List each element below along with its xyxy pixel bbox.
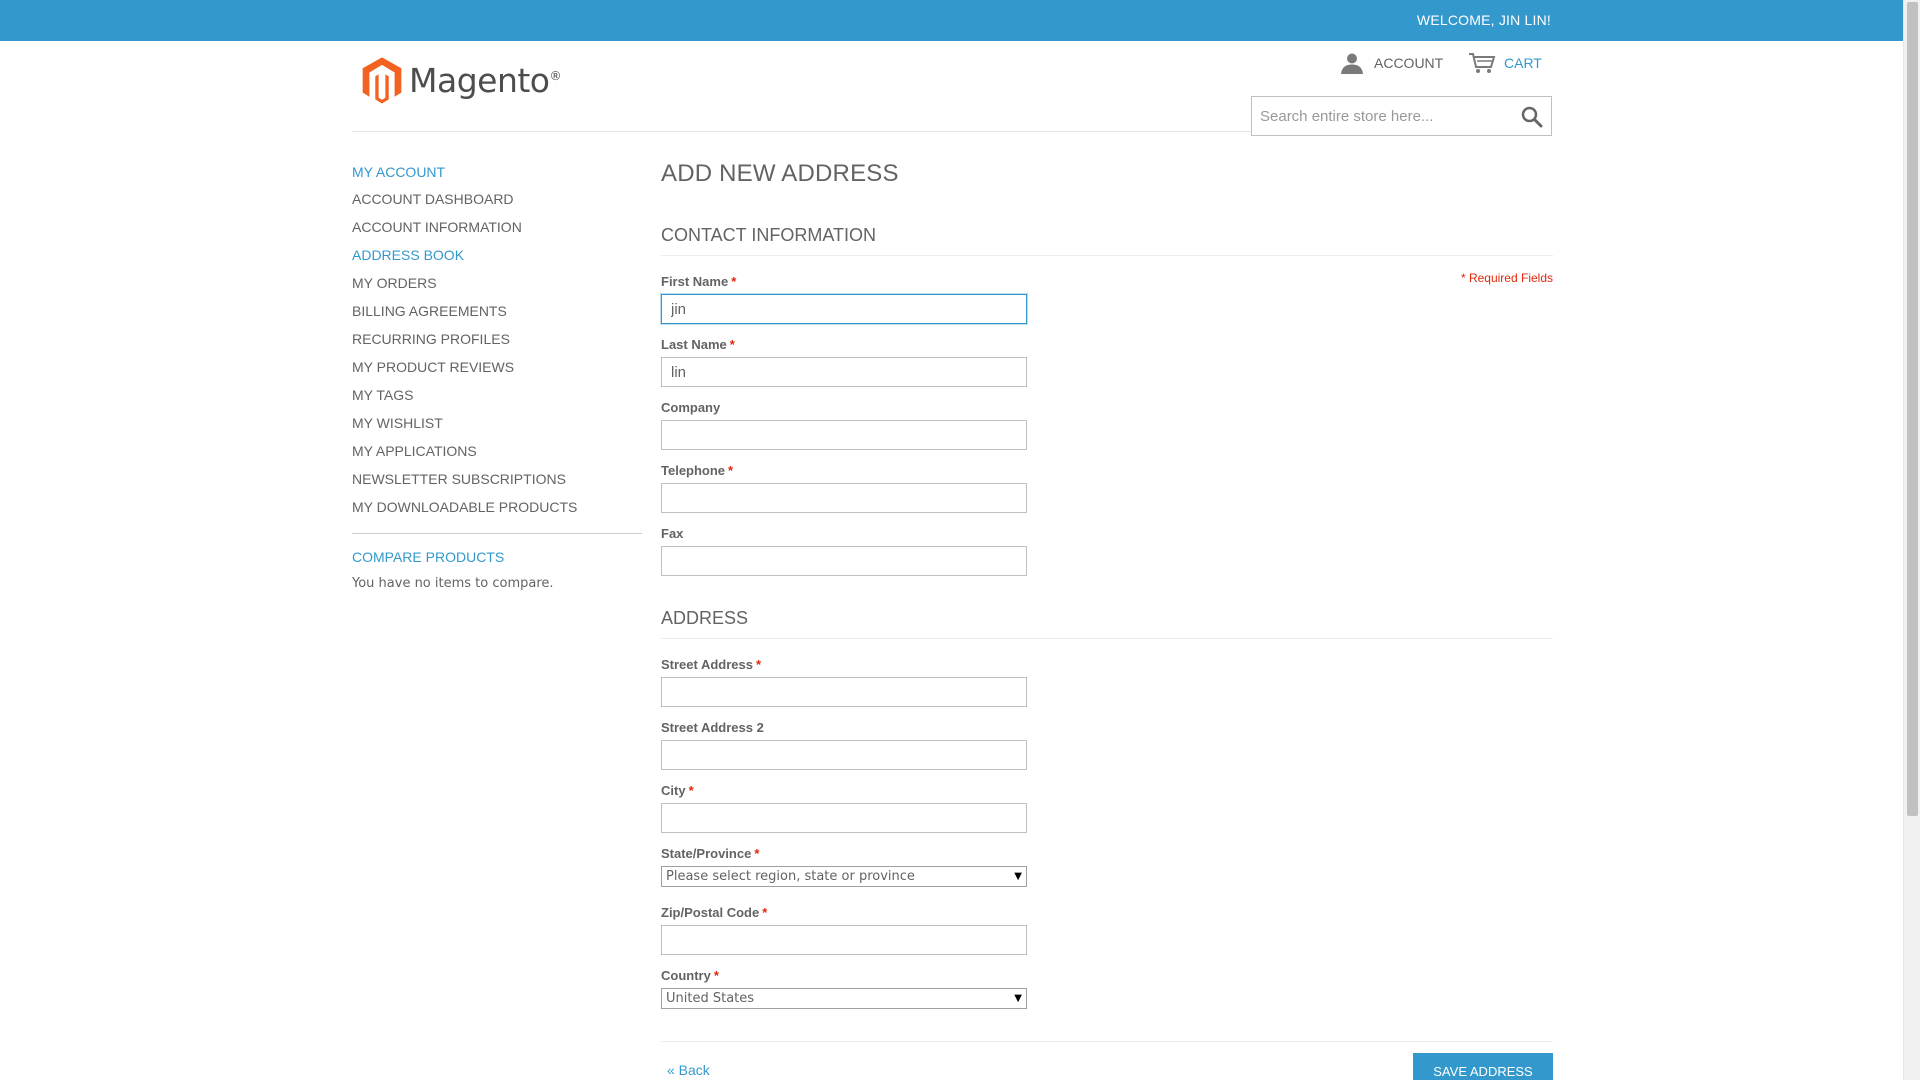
city-label: City * [661,783,694,798]
sidebar-item-my-wishlist[interactable]: MY WISHLIST [352,414,642,442]
sidebar-item-billing-agreements[interactable]: BILLING AGREEMENTS [352,302,642,330]
address-form: ADD NEW ADDRESS CONTACT INFORMATION * Re… [661,160,1553,1080]
sidebar-title: MY ACCOUNT [352,164,446,180]
fax-label: Fax [661,526,684,541]
required-fields-note: * Required Fields [1460,271,1553,285]
contact-section-divider [661,255,1553,256]
cart-label: CART [1504,55,1542,71]
last-name-label: Last Name * [661,337,735,352]
sidebar-item-my-tags[interactable]: MY TAGS [352,386,642,414]
country-label: Country * [661,968,719,983]
zip-postal-code-label: Zip/Postal Code * [661,905,768,920]
sidebar-item-my-downloadable-products[interactable]: MY DOWNLOADABLE PRODUCTS [352,498,642,526]
sidebar-item-account-dashboard[interactable]: ACCOUNT DASHBOARD [352,190,642,218]
first-name-input[interactable] [661,294,1027,324]
state-province-selected: Please select region, state or province [666,869,915,884]
account-sidebar: MY ACCOUNT ACCOUNT DASHBOARD ACCOUNT INF… [352,164,642,591]
back-link[interactable]: « Back [667,1062,710,1078]
street-address-label: Street Address * [661,657,762,672]
street-address-2-input[interactable] [661,740,1027,770]
telephone-input[interactable] [661,483,1027,513]
sidebar-item-my-orders[interactable]: MY ORDERS [352,274,642,302]
account-label: ACCOUNT [1374,55,1444,71]
welcome-message: WELCOME, JIN LIN! [1416,12,1551,28]
page-scrollbar[interactable] [1903,0,1920,1080]
company-input[interactable] [661,420,1027,450]
user-icon [1341,53,1363,74]
sidebar-item-newsletter-subscriptions[interactable]: NEWSLETTER SUBSCRIPTIONS [352,470,642,498]
country-select[interactable]: United States ▼ [661,988,1027,1009]
sidebar-item-recurring-profiles[interactable]: RECURRING PROFILES [352,330,642,358]
cart-link[interactable]: CART [1468,52,1542,74]
compare-empty-message: You have no items to compare. [352,576,554,591]
fax-input[interactable] [661,546,1027,576]
contact-information-title: CONTACT INFORMATION [661,225,876,245]
header-divider [352,131,1251,132]
account-link[interactable]: ACCOUNT [1340,52,1443,74]
zip-postal-code-input[interactable] [661,925,1027,955]
first-name-label: First Name * [661,274,737,289]
scrollbar-thumb[interactable] [1907,2,1918,816]
top-bar: WELCOME, JIN LIN! [0,0,1903,41]
state-province-label: State/Province * [661,846,760,861]
last-name-input[interactable] [661,357,1027,387]
sidebar-item-address-book[interactable]: ADDRESS BOOK [352,246,642,274]
company-label: Company [661,400,721,415]
sidebar-divider [352,533,642,534]
country-selected: United States [666,991,755,1006]
compare-products-title: COMPARE PRODUCTS [352,549,505,565]
state-province-select[interactable]: Please select region, state or province … [661,866,1027,887]
magento-logo[interactable]: Magento® [361,50,561,110]
logo-wordmark: Magento® [409,60,561,100]
save-address-button[interactable]: SAVE ADDRESS [1413,1053,1553,1080]
city-input[interactable] [661,803,1027,833]
form-footer-divider [661,1041,1553,1042]
search-input[interactable] [1252,97,1502,135]
cart-icon [1469,53,1496,73]
magento-logo-icon [362,57,402,104]
sidebar-item-account-information[interactable]: ACCOUNT INFORMATION [352,218,642,246]
telephone-label: Telephone * [661,463,734,478]
street-address-input[interactable] [661,677,1027,707]
search-icon[interactable] [1521,106,1543,128]
search-box [1251,96,1552,136]
page-title: ADD NEW ADDRESS [661,160,899,187]
dropdown-arrow-icon: ▼ [1014,993,1022,1004]
sidebar-item-my-product-reviews[interactable]: MY PRODUCT REVIEWS [352,358,642,386]
sidebar-item-my-applications[interactable]: MY APPLICATIONS [352,442,642,470]
account-nav: ACCOUNT DASHBOARD ACCOUNT INFORMATION AD… [352,190,642,526]
dropdown-arrow-icon: ▼ [1014,871,1022,882]
address-section-divider [661,638,1553,639]
street-address-2-label: Street Address 2 [661,720,764,735]
address-section-title: ADDRESS [661,608,749,628]
